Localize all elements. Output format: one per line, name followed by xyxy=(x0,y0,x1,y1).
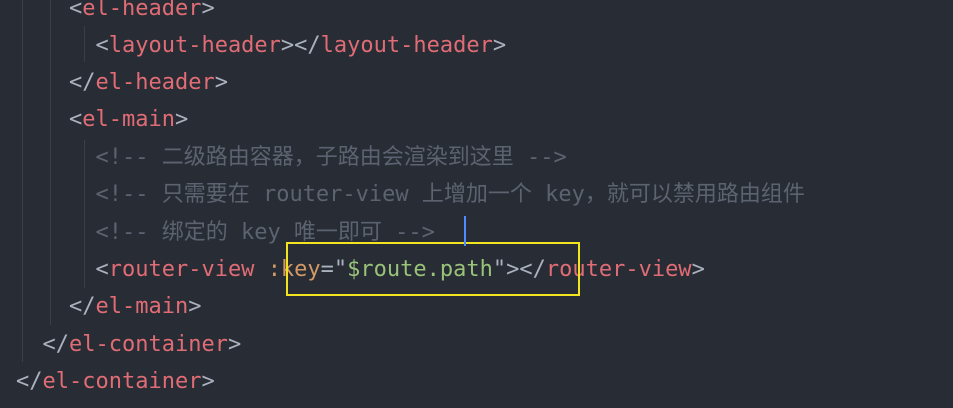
code-token-punct: < xyxy=(95,257,109,282)
code-line: </el-main> xyxy=(16,288,201,325)
code-line: </el-container> xyxy=(16,326,242,363)
code-token-punct: < xyxy=(68,107,83,132)
code-token-punct: </ xyxy=(68,294,96,319)
code-token-comment: <!-- 二级路由容器，子路由会渲染到这里 --> xyxy=(95,145,567,170)
code-token-tag: el-main xyxy=(95,294,189,319)
code-token-punct: > xyxy=(227,332,242,357)
highlight-box xyxy=(286,242,580,296)
code-token-punct: ></ xyxy=(280,33,321,58)
code-token-punct: < xyxy=(68,0,83,21)
code-line: </el-header> xyxy=(16,64,228,101)
code-token-punct: > xyxy=(174,107,189,132)
code-line: <!-- 只需要在 router-view 上增加一个 key，就可以禁用路由组… xyxy=(16,176,805,213)
code-token-tag: router-view xyxy=(108,257,255,282)
code-token-tag: el-container xyxy=(42,369,202,394)
code-token-tag: layout-header xyxy=(108,33,281,58)
text-cursor xyxy=(464,216,466,246)
code-line: <!-- 二级路由容器，子路由会渲染到这里 --> xyxy=(16,139,567,176)
code-editor[interactable]: <el-header> <layout-header></layout-head… xyxy=(0,0,953,408)
code-token-punct: > xyxy=(188,294,202,319)
code-token-tag: el-header xyxy=(95,70,215,95)
code-token-punct: > xyxy=(214,70,228,95)
code-token-tag: el-header xyxy=(82,0,202,21)
code-token-comment: <!-- 只需要在 router-view 上增加一个 key，就可以禁用路由组… xyxy=(95,182,805,207)
code-line: <el-main> xyxy=(16,101,188,138)
code-token-tag: layout-header xyxy=(320,33,493,58)
code-token-punct: </ xyxy=(68,70,96,95)
code-token-punct: > xyxy=(201,0,215,21)
code-token-punct xyxy=(254,257,267,282)
code-line: <layout-header></layout-header> xyxy=(16,27,506,64)
code-token-tag: el-container xyxy=(69,332,228,357)
code-token-punct: </ xyxy=(42,332,70,357)
code-line: </el-container> xyxy=(16,363,215,400)
code-token-punct: > xyxy=(691,257,705,282)
code-token-punct: > xyxy=(201,369,215,394)
code-token-punct: < xyxy=(95,33,109,58)
code-token-punct: </ xyxy=(16,369,43,394)
code-token-punct: > xyxy=(492,33,507,58)
code-line: <el-header> xyxy=(16,0,215,27)
code-token-tag: el-main xyxy=(82,107,175,132)
